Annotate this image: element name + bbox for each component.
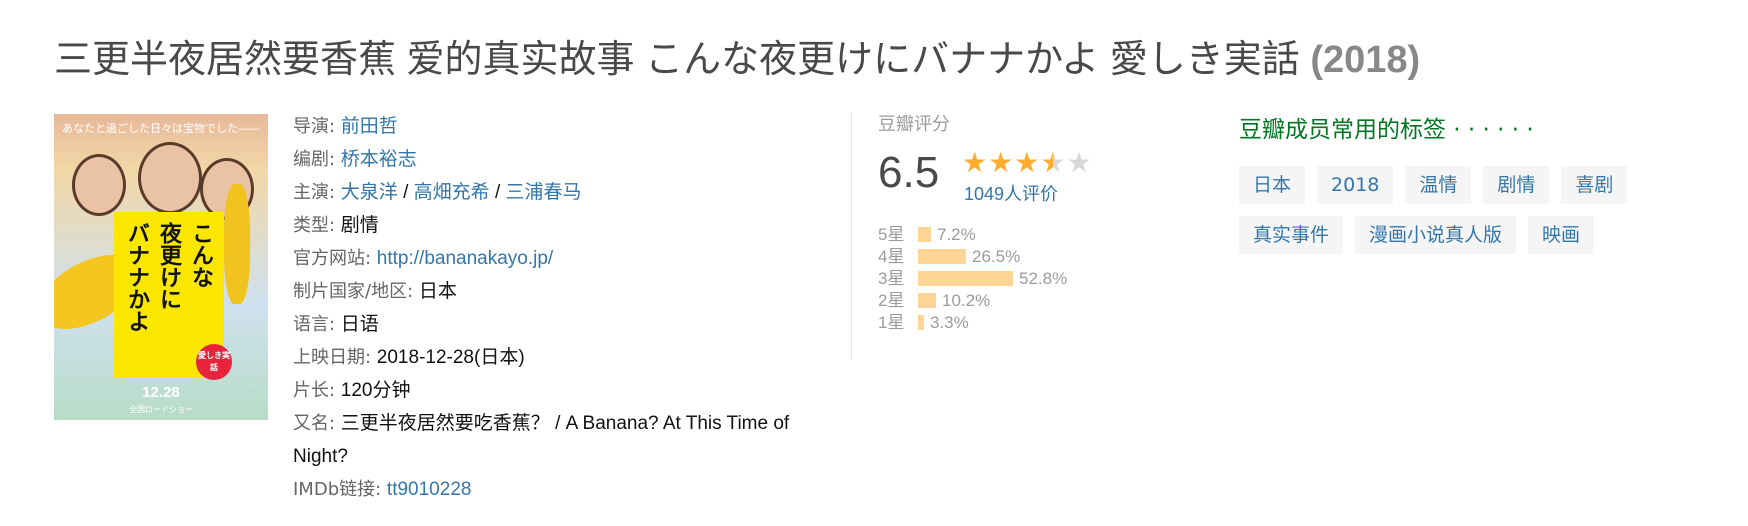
rating-dist-bar — [918, 315, 924, 330]
rating-dist-percent: 52.8% — [1019, 269, 1068, 288]
section-divider — [851, 112, 852, 360]
poster-tagline: あなたと過ごした日々は宝物でした—— — [62, 123, 260, 135]
cast-separator: / — [489, 182, 506, 203]
rating-votes-link[interactable]: 1049人评价 — [964, 180, 1058, 206]
info-language: 语言: 日语 — [293, 314, 379, 335]
poster-date: 12.28 — [142, 384, 180, 401]
genre-label: 类型 — [293, 215, 329, 236]
cast-link-2[interactable]: 高畑充希 — [414, 182, 490, 203]
info-genre: 类型: 剧情 — [293, 215, 379, 236]
country-label: 制片国家/地区 — [293, 281, 408, 302]
cast-link-3[interactable]: 三浦春马 — [506, 182, 582, 203]
cast-separator: / — [397, 182, 414, 203]
rating-dist-label: 2星 — [878, 291, 905, 310]
country-value: 日本 — [418, 281, 457, 302]
info-release: 上映日期: 2018-12-28(日本) — [293, 347, 525, 368]
movie-title: 三更半夜居然要香蕉 爱的真实故事 こんな夜更けにバナナかよ 愛しき実話 — [54, 39, 1300, 81]
rating-dist-row: 4星 26.5% — [878, 246, 1067, 268]
poster-face-left — [72, 154, 126, 216]
info-site: 官方网站: http://bananakayo.jp/ — [293, 248, 554, 269]
tag-7[interactable]: 映画 — [1528, 216, 1595, 254]
rating-dist-bar — [918, 249, 966, 264]
imdb-link[interactable]: tt9010228 — [387, 479, 472, 500]
star-half-icon: ★ — [1040, 147, 1067, 178]
rating-stars-icon: ★★★★★ — [962, 146, 1093, 179]
runtime-value: 120分钟 — [340, 380, 411, 401]
rating-dist-percent: 3.3% — [930, 313, 969, 332]
info-cast: 主演: 大泉洋 / 高畑充希 / 三浦春马 — [293, 182, 582, 203]
aka-value: 三更半夜居然要吃香蕉？ / A Banana? At This Time of … — [293, 413, 790, 467]
info-director: 导演: 前田哲 — [293, 116, 398, 137]
poster-face-center — [138, 142, 202, 214]
rating-dist-bar — [918, 227, 931, 242]
star-full-icon: ★ — [962, 147, 989, 178]
tag-3[interactable]: 剧情 — [1483, 166, 1550, 204]
rating-label: 豆瓣评分 — [878, 114, 950, 135]
release-label: 上映日期 — [293, 347, 365, 368]
tags-panel: 豆瓣成员常用的标签 · · · · · · 日本 2018 温情 剧情 喜剧真实事件 漫画… — [1239, 110, 1679, 266]
poster-title-col3: バナナかよ — [124, 222, 149, 332]
rating-dist-label: 3星 — [878, 269, 905, 288]
poster-title-col1: こんな — [188, 222, 213, 288]
rating-dist-percent: 26.5% — [972, 247, 1021, 266]
star-full-icon: ★ — [1014, 147, 1041, 178]
runtime-label: 片长 — [293, 380, 329, 401]
tag-2[interactable]: 温情 — [1405, 166, 1472, 204]
info-imdb: IMDb链接: tt9010228 — [293, 479, 472, 500]
rating-dist-label: 5星 — [878, 225, 905, 244]
cast-label: 主演 — [293, 182, 329, 203]
rating-dist-row: 5星 7.2% — [878, 224, 1067, 246]
rating-panel: 豆瓣评分 6.5 ★★★★★ 1049人评价 5星 7.2% 4星 26.5% 3星 52… — [878, 110, 1118, 332]
info-aka: 又名: 三更半夜居然要吃香蕉？ / A Banana? At This Time… — [293, 413, 790, 467]
official-site-link[interactable]: http://bananakayo.jp/ — [377, 248, 553, 269]
star-empty-icon: ★ — [1066, 147, 1093, 178]
tag-6[interactable]: 漫画小说真人版 — [1355, 216, 1517, 254]
page-title: 三更半夜居然要香蕉 爱的真实故事 こんな夜更けにバナナかよ 愛しき実話 (201… — [54, 30, 1420, 90]
release-value: 2018-12-28(日本) — [376, 347, 525, 368]
tag-5[interactable]: 真实事件 — [1239, 216, 1344, 254]
movie-poster[interactable]: あなたと過ごした日々は宝物でした—— こんな 夜更けに バナナかよ 愛しき実話 … — [54, 114, 268, 420]
star-full-icon: ★ — [988, 147, 1015, 178]
poster-badge: 愛しき実話 — [196, 344, 232, 380]
rating-score: 6.5 — [878, 148, 940, 197]
director-link[interactable]: 前田哲 — [341, 116, 398, 137]
writer-label: 编剧 — [293, 149, 329, 170]
tag-0[interactable]: 日本 — [1239, 166, 1306, 204]
rating-dist-label: 4星 — [878, 247, 905, 266]
rating-dist-bar — [918, 271, 1013, 286]
tag-list: 日本 2018 温情 剧情 喜剧真实事件 漫画小说真人版 映画 — [1239, 166, 1659, 266]
rating-dist-row: 3星 52.8% — [878, 268, 1067, 290]
director-label: 导演 — [293, 116, 329, 137]
rating-dist-percent: 7.2% — [937, 225, 976, 244]
rating-distribution: 5星 7.2% 4星 26.5% 3星 52.8% 2星 10.2% 1星 3.3% — [878, 224, 1067, 334]
rating-dist-percent: 10.2% — [942, 291, 991, 310]
info-country: 制片国家/地区: 日本 — [293, 281, 457, 302]
imdb-label: IMDb链接 — [293, 479, 376, 500]
rating-dist-row: 1星 3.3% — [878, 312, 1067, 334]
language-label: 语言 — [293, 314, 329, 335]
language-value: 日语 — [340, 314, 379, 335]
poster-banana-right-icon — [224, 184, 250, 304]
poster-title-col2: 夜更けに — [156, 222, 181, 310]
poster-subtitle: 全国ロードショー — [129, 405, 193, 414]
movie-info: 导演: 前田哲 编剧: 桥本裕志 主演: 大泉洋 / 高畑充希 / 三浦春马 类… — [293, 110, 833, 506]
cast-link-1[interactable]: 大泉洋 — [341, 182, 398, 203]
rating-dist-label: 1星 — [878, 313, 905, 332]
rating-dist-bar — [918, 293, 936, 308]
genre-value: 剧情 — [340, 215, 379, 236]
movie-year: (2018) — [1310, 39, 1421, 81]
aka-label: 又名 — [293, 413, 329, 434]
info-runtime: 片长: 120分钟 — [293, 380, 411, 401]
tags-title: 豆瓣成员常用的标签 · · · · · · — [1239, 117, 1534, 143]
writer-link[interactable]: 桥本裕志 — [341, 149, 417, 170]
info-writer: 编剧: 桥本裕志 — [293, 149, 417, 170]
tag-4[interactable]: 喜剧 — [1561, 166, 1628, 204]
rating-dist-row: 2星 10.2% — [878, 290, 1067, 312]
tag-1[interactable]: 2018 — [1317, 166, 1394, 204]
site-label: 官方网站 — [293, 248, 365, 269]
